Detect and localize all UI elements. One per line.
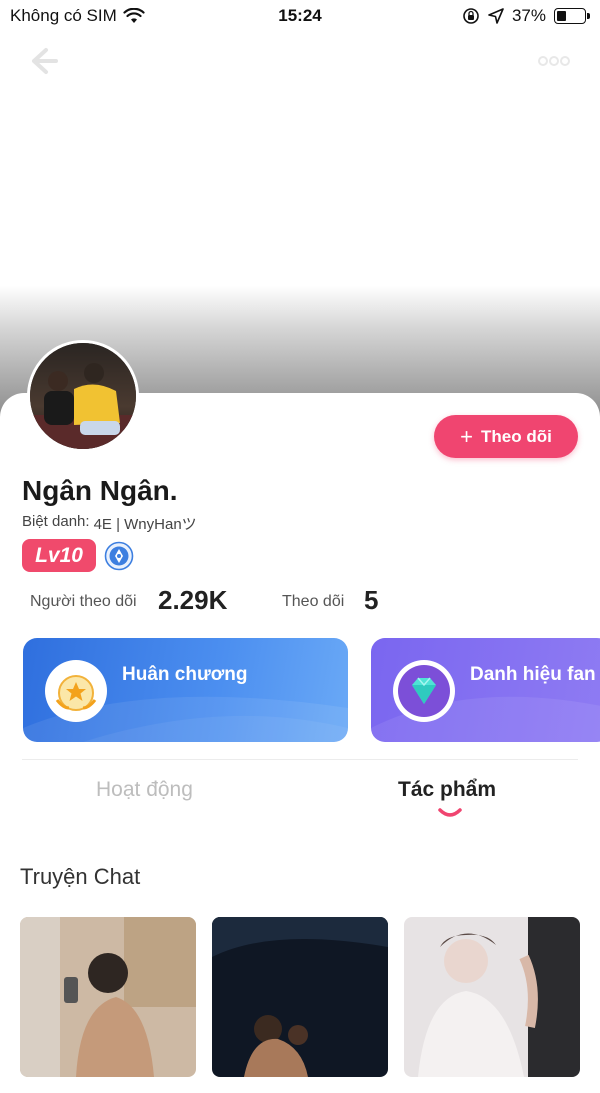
battery-percent: 37% [511, 6, 546, 25]
story-image-2 [212, 917, 388, 1077]
nickname-label: Biệt danh: [22, 513, 90, 530]
status-bar: Không có SIM 15:24 37% [0, 0, 600, 32]
nickname-value: 4E | WnyHanツ [93, 516, 197, 533]
wifi-icon [123, 8, 145, 23]
followers-label: Người theo dõi [30, 593, 137, 610]
following-count[interactable]: 5 [364, 585, 378, 616]
status-left: Không có SIM [0, 6, 145, 26]
plus-icon: + [460, 423, 474, 449]
level-shield-icon[interactable] [104, 541, 134, 571]
arrow-left-icon [32, 48, 58, 74]
following-label: Theo dõi [282, 593, 345, 610]
avatar-photo-icon [30, 343, 136, 449]
stats-row: Người theo dõi 2.29K Theo dõi 5 [30, 585, 590, 619]
followers-count[interactable]: 2.29K [158, 585, 227, 616]
story-thumbnail[interactable] [404, 917, 580, 1077]
section-title: Truyện Chat [20, 864, 141, 889]
battery-icon [554, 8, 590, 24]
profile-name: Ngân Ngân. [22, 475, 178, 506]
fan-tile-title: Danh hiệu fan [470, 664, 596, 685]
location-arrow-icon [488, 8, 504, 24]
avatar[interactable] [27, 340, 139, 452]
carrier-label: Không có SIM [10, 6, 117, 25]
more-dots-icon [538, 56, 570, 66]
story-image-3 [404, 917, 580, 1077]
rotation-lock-icon [463, 8, 479, 24]
medal-tile-title: Huân chương [122, 664, 248, 685]
more-options-button[interactable] [536, 52, 572, 70]
tab-activity[interactable]: Hoạt động [96, 778, 193, 802]
story-image-1 [20, 917, 196, 1077]
diamond-icon [393, 660, 455, 722]
nickname-row: Biệt danh: 4E | WnyHanツ [22, 513, 197, 534]
active-tab-indicator [438, 808, 462, 817]
level-badge: Lv10 [22, 539, 96, 572]
story-thumbnail[interactable] [212, 917, 388, 1077]
back-button[interactable] [26, 44, 60, 78]
medal-icon [45, 660, 107, 722]
fan-title-tile[interactable]: Danh hiệu fan [371, 638, 600, 742]
status-right: 37% [462, 6, 600, 26]
divider [22, 759, 578, 760]
tab-works[interactable]: Tác phẩm [398, 778, 496, 802]
story-thumbnail[interactable] [20, 917, 196, 1077]
follow-button[interactable]: + Theo dõi [434, 415, 578, 458]
medal-tile[interactable]: Huân chương [23, 638, 348, 742]
follow-button-label: Theo dõi [481, 426, 552, 446]
